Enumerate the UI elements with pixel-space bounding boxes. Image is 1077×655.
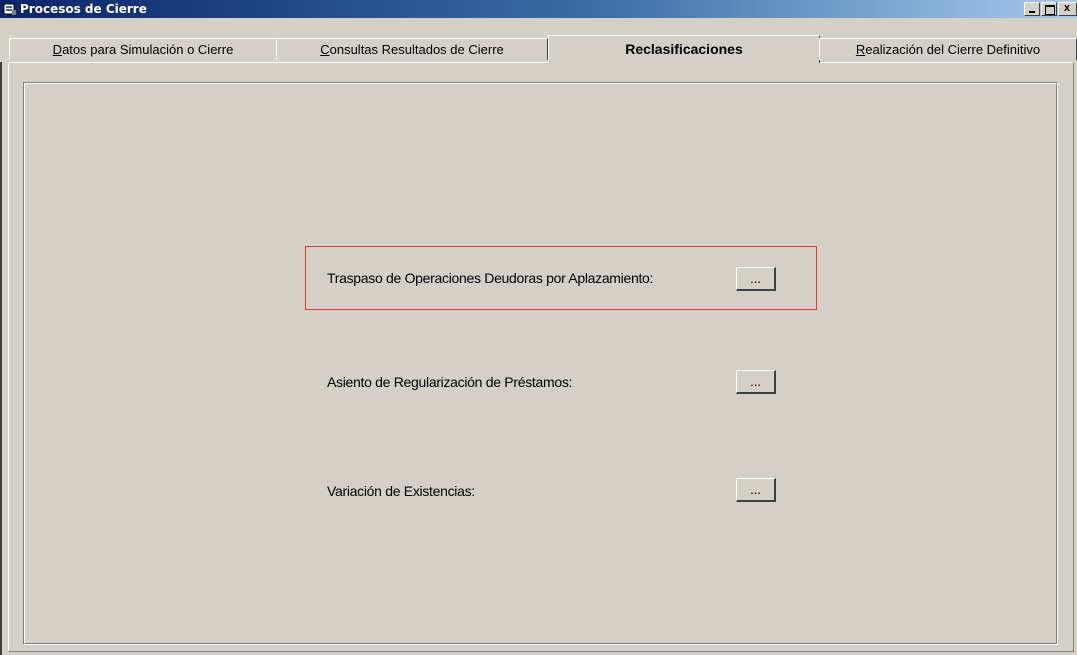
title-bar[interactable]: Procesos de Cierre x (0, 0, 1077, 18)
asiento-label: Asiento de Regularización de Préstamos: (327, 374, 573, 390)
window-title: Procesos de Cierre (20, 2, 147, 16)
window: Procesos de Cierre x Datos para Simulaci… (0, 0, 1077, 655)
tab-label: Reclasificaciones (625, 41, 743, 57)
minimize-icon (1029, 11, 1035, 13)
asiento-browse-button[interactable]: ... (736, 370, 776, 394)
minimize-button[interactable] (1024, 2, 1040, 16)
tab-label: onsultas Resultados de Cierre (329, 42, 504, 57)
tab-reclasificaciones[interactable]: Reclasificaciones (548, 35, 820, 63)
tab-label: ealización del Cierre Definitivo (865, 42, 1041, 57)
close-icon: x (1064, 2, 1071, 14)
traspaso-browse-button[interactable]: ... (736, 267, 776, 291)
tab-label: atos para Simulación o Cierre (62, 42, 234, 57)
close-button[interactable]: x (1058, 2, 1077, 16)
content-frame (23, 82, 1058, 645)
maximize-icon (1045, 5, 1055, 15)
variacion-browse-button[interactable]: ... (736, 478, 776, 502)
tab-consultas-resultados[interactable]: Consultas Resultados de Cierre (276, 38, 548, 60)
tab-realizacion-cierre[interactable]: Realización del Cierre Definitivo (819, 38, 1077, 60)
tab-accelerator: C (320, 42, 330, 57)
tab-accelerator: R (855, 42, 866, 57)
maximize-button[interactable] (1041, 2, 1057, 16)
variacion-label: Variación de Existencias: (327, 483, 475, 499)
tab-datos-simulacion[interactable]: Datos para Simulación o Cierre (9, 38, 277, 60)
tab-accelerator: D (52, 42, 63, 57)
traspaso-label: Traspaso de Operaciones Deudoras por Apl… (327, 270, 654, 286)
app-icon (3, 3, 16, 15)
